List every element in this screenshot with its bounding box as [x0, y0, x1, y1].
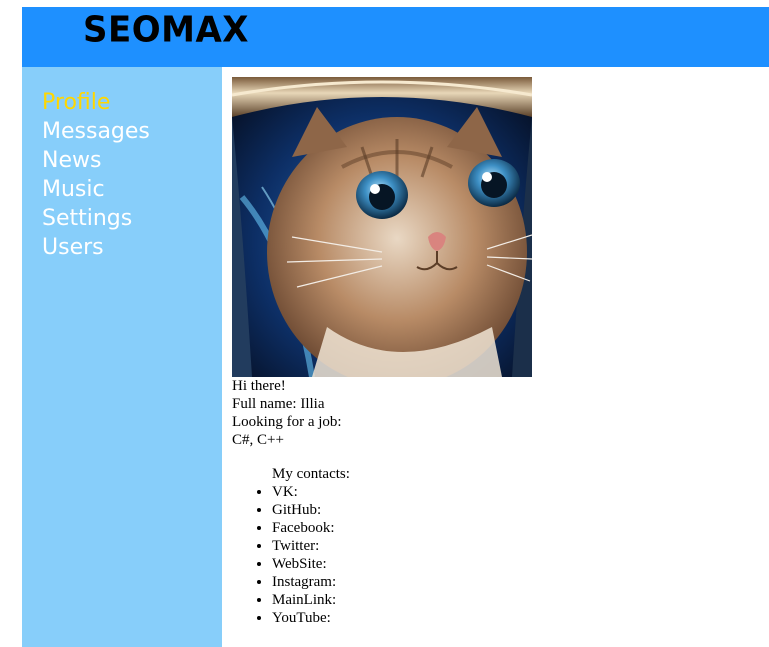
profile-avatar: [232, 77, 532, 377]
sidebar-item-users[interactable]: Users: [42, 233, 150, 262]
contacts-list: VK: GitHub: Facebook: Twitter: WebSite: …: [272, 483, 752, 627]
profile-content: Hi there! Full name: Illia Looking for a…: [232, 77, 752, 627]
job-status-text: Looking for a job:: [232, 414, 342, 430]
contact-github: GitHub:: [272, 501, 752, 519]
contact-facebook: Facebook:: [272, 519, 752, 537]
contact-website: WebSite:: [272, 555, 752, 573]
contact-twitter: Twitter:: [272, 537, 752, 555]
sidebar-nav: Profile Messages News Music Settings Use…: [42, 88, 150, 262]
sidebar-item-messages[interactable]: Messages: [42, 117, 150, 146]
app-header: SEOMAX: [22, 7, 769, 67]
greeting-text: Hi there!: [232, 378, 286, 394]
contacts-title: My contacts:: [272, 466, 350, 482]
contact-mainlink: MainLink:: [272, 591, 752, 609]
site-logo[interactable]: SEOMAX: [83, 12, 249, 48]
sidebar-item-profile[interactable]: Profile: [42, 88, 150, 117]
contacts-section: My contacts: VK: GitHub: Facebook: Twitt…: [232, 465, 752, 627]
sidebar-item-news[interactable]: News: [42, 146, 150, 175]
contact-vk: VK:: [272, 483, 752, 501]
job-description-text: C#, C++: [232, 432, 284, 448]
sidebar-item-settings[interactable]: Settings: [42, 204, 150, 233]
sidebar-item-music[interactable]: Music: [42, 175, 150, 204]
contact-youtube: YouTube:: [272, 609, 752, 627]
full-name-text: Full name: Illia: [232, 396, 325, 412]
app-root: SEOMAX Profile Messages News Music Setti…: [22, 7, 769, 647]
contact-instagram: Instagram:: [272, 573, 752, 591]
sidebar: Profile Messages News Music Settings Use…: [22, 67, 222, 647]
